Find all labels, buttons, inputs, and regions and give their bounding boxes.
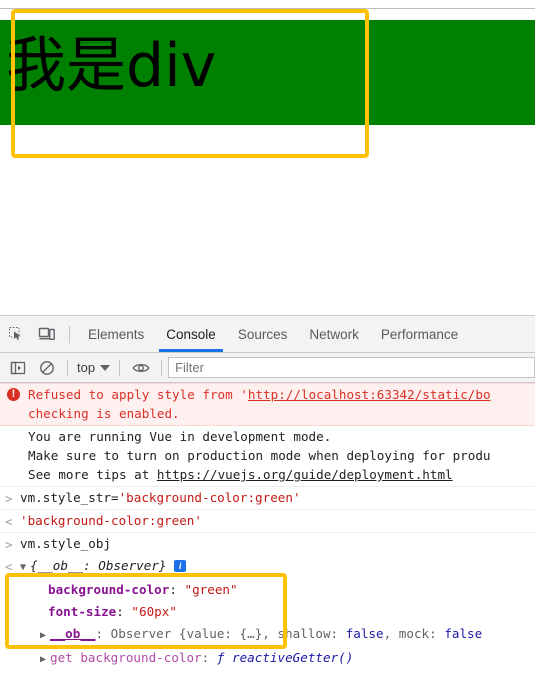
console-input-style-obj[interactable]: > vm.style_obj <box>0 533 535 555</box>
devtools-tab-list: Elements Console Sources Network Perform… <box>77 316 469 352</box>
green-div: 我是div <box>0 20 535 125</box>
input-expression-string: 'background-color:green' <box>118 490 301 505</box>
ob-disclosure-triangle-icon[interactable]: ▶ <box>40 626 50 645</box>
device-toolbar-icon[interactable] <box>31 316 62 352</box>
inspect-element-icon[interactable] <box>0 316 31 352</box>
input-arrow-icon: > <box>5 491 13 506</box>
getter-disclosure-triangle-icon[interactable]: ▶ <box>40 650 50 669</box>
console-sidebar-icon[interactable] <box>3 355 32 381</box>
getter-separator: : <box>201 650 217 665</box>
property-separator-2: : <box>116 604 132 619</box>
vue-notice-line-3: See more tips at <box>28 467 157 482</box>
getter-label: get background-color <box>50 650 202 665</box>
getter-fn-name: reactiveGetter() <box>232 650 354 665</box>
chevron-down-icon <box>100 364 111 371</box>
screenshot-root: 我是div Elements Console Sources Network P… <box>0 0 535 674</box>
clear-console-icon[interactable] <box>32 355 61 381</box>
object-property-row-ob[interactable]: ▶ __ob__: Observer {value: {…}, shallow: … <box>0 623 535 647</box>
console-message-vue-dev-notice[interactable]: You are running Vue in development mode.… <box>0 426 535 487</box>
error-source-link[interactable]: http://localhost:63342/static/bo <box>248 387 491 402</box>
browser-viewport: 我是div <box>0 0 535 315</box>
property-key-font-size: font-size <box>48 604 117 619</box>
vue-notice-line-1: You are running Vue in development mode. <box>28 429 332 444</box>
ob-shallow-value: false <box>345 626 384 641</box>
viewport-top-divider <box>0 8 535 9</box>
console-filter-input[interactable] <box>168 357 535 378</box>
tab-console-label: Console <box>166 326 216 342</box>
property-value-background-color: "green" <box>184 582 238 597</box>
tab-sources[interactable]: Sources <box>227 316 299 352</box>
error-text-tail: checking is enabled. <box>28 406 180 421</box>
filterbar-divider-3 <box>161 359 163 376</box>
object-property-row-getter[interactable]: ▶ get background-color: ƒ reactiveGetter(… <box>0 647 535 671</box>
input-expression-style-obj: vm.style_obj <box>20 536 111 551</box>
vue-notice-line-2: Make sure to turn on production mode whe… <box>28 448 491 463</box>
error-quote: ' <box>240 387 248 402</box>
filterbar-divider-2 <box>119 359 121 376</box>
info-badge-icon[interactable]: i <box>174 560 187 572</box>
tab-network[interactable]: Network <box>298 316 370 352</box>
console-input-style-str[interactable]: > vm.style_str='background-color:green' <box>0 487 535 510</box>
object-summary-text: {__ob__: Observer} <box>30 558 167 573</box>
console-output-style-str[interactable]: < 'background-color:green' <box>0 510 535 533</box>
devtools-tabbar: Elements Console Sources Network Perform… <box>0 316 535 353</box>
property-key-ob: __ob__ <box>50 626 96 641</box>
ob-mock-value: false <box>444 626 483 641</box>
console-filterbar: top <box>0 353 535 383</box>
getter-fn-glyph: ƒ <box>216 650 225 665</box>
output-arrow-icon-2: < <box>5 559 13 574</box>
tab-performance-label: Performance <box>380 326 459 342</box>
vue-deployment-link[interactable]: https://vuejs.org/guide/deployment.html <box>157 467 453 482</box>
output-arrow-icon: < <box>5 514 13 529</box>
execution-context-label: top <box>77 360 96 375</box>
devtools-panel: Elements Console Sources Network Perform… <box>0 315 535 674</box>
ob-rest-1: : Observer {value: {…}, shallow: <box>95 626 346 641</box>
tab-elements[interactable]: Elements <box>77 316 155 352</box>
toolbar-divider <box>69 325 70 343</box>
live-expression-eye-icon[interactable] <box>126 355 155 381</box>
object-property-row[interactable]: background-color: "green" <box>0 579 535 601</box>
property-key-background-color: background-color <box>48 582 170 597</box>
property-value-font-size: "60px" <box>131 604 177 619</box>
tab-network-label: Network <box>309 326 359 342</box>
output-value-string: 'background-color:green' <box>20 513 202 528</box>
tab-sources-label: Sources <box>237 326 288 342</box>
filterbar-divider-1 <box>67 359 68 376</box>
tab-console[interactable]: Console <box>155 316 227 352</box>
console-message-error[interactable]: ! Refused to apply style from 'http://loc… <box>0 383 535 426</box>
error-badge-icon: ! <box>7 388 20 401</box>
input-arrow-icon-2: > <box>5 537 13 552</box>
execution-context-select[interactable]: top <box>74 360 113 375</box>
console-message-list: ! Refused to apply style from 'http://loc… <box>0 383 535 674</box>
input-expression-plain: vm.style_str= <box>20 490 119 505</box>
tab-performance[interactable]: Performance <box>370 316 469 352</box>
error-text-lead: Refused to apply style from <box>28 387 241 402</box>
object-disclosure-triangle-icon[interactable]: ▼ <box>20 558 30 577</box>
tab-elements-label: Elements <box>88 326 145 342</box>
object-property-row[interactable]: font-size: "60px" <box>0 601 535 623</box>
property-separator-1: : <box>169 582 185 597</box>
ob-rest-2: , mock: <box>383 626 445 641</box>
console-output-object-summary[interactable]: < ▼ {__ob__: Observer} i <box>0 555 535 579</box>
green-div-text: 我是div <box>6 31 217 101</box>
